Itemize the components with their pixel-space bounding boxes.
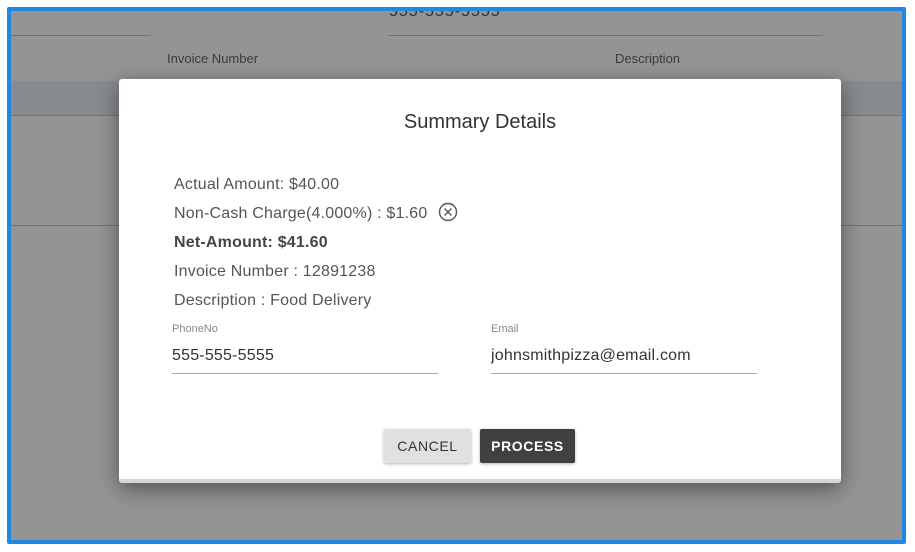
invoice-number: Invoice Number : 12891238 — [174, 263, 376, 280]
circle-x-icon[interactable] — [438, 202, 458, 222]
net-amount: Net-Amount: $41.60 — [174, 234, 328, 251]
cancel-button[interactable]: CANCEL — [384, 429, 471, 463]
app-frame: 555-555-5555 Invoice Number Description … — [7, 7, 906, 544]
dialog-title: Summary Details — [403, 111, 557, 133]
non-cash-charge: Non-Cash Charge(4.000%) : $1.60 — [174, 205, 428, 222]
phone-field: PhoneNo — [172, 323, 438, 374]
phone-label: PhoneNo — [172, 323, 218, 335]
email-input[interactable] — [491, 347, 757, 374]
process-button[interactable]: PROCESS — [480, 429, 575, 463]
actual-amount: Actual Amount: $40.00 — [174, 176, 340, 193]
phone-input[interactable] — [172, 347, 438, 374]
non-cash-charge-line: Non-Cash Charge(4.000%) : $1.60 — [174, 202, 458, 223]
email-field: Email — [491, 323, 757, 374]
description: Description : Food Delivery — [174, 292, 372, 309]
summary-details-dialog: Summary Details Actual Amount: $40.00 No… — [119, 79, 841, 483]
email-label: Email — [491, 323, 519, 335]
